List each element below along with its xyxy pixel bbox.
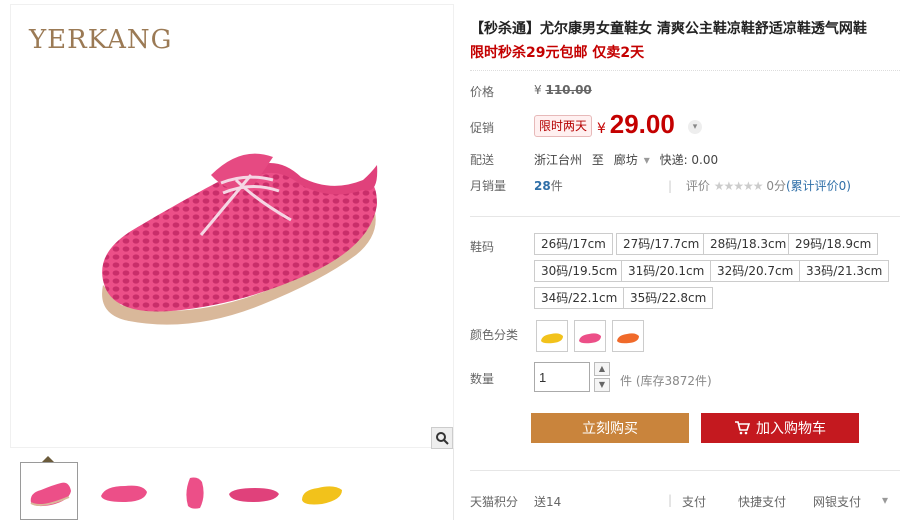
thumbnail-strip: [10, 456, 454, 522]
size-option[interactable]: 32码/20.7cm: [710, 260, 801, 282]
price-section: 价格 ¥ 110.00 促销 限时两天 ¥ 29.00 ▾ 配送 浙江台州 至 …: [470, 70, 900, 200]
zoom-icon[interactable]: [431, 427, 453, 449]
pink-mesh-shoe-image: [102, 153, 378, 325]
bank-pay[interactable]: 网银支付: [813, 493, 861, 510]
size-option[interactable]: 28码/18.3cm: [703, 233, 794, 255]
promo-price-label: 促销: [470, 121, 495, 135]
size-option[interactable]: 35码/22.8cm: [623, 287, 714, 309]
promo-price: ¥ 29.00: [597, 109, 675, 140]
quantity-label: 数量: [470, 372, 495, 386]
product-title: 【秒杀通】尤尔康男女童鞋女 清爽公主鞋凉鞋舒适凉鞋透气网鞋: [470, 21, 867, 37]
quantity-decrease-icon[interactable]: ▼: [594, 378, 610, 392]
size-option[interactable]: 26码/17cm: [534, 233, 613, 255]
color-swatch-orange[interactable]: [612, 320, 644, 352]
rating-stars-icon: ★★★★★: [713, 179, 764, 193]
color-swatch-pink[interactable]: [574, 320, 606, 352]
divider: |: [668, 179, 673, 193]
chevron-down-icon[interactable]: ▾: [644, 153, 650, 167]
product-gallery: YERKANG: [10, 4, 454, 520]
add-to-cart-label: 加入购物车: [756, 421, 826, 437]
color-label: 颜色分类: [470, 328, 519, 342]
rating-score: 0分: [766, 179, 786, 193]
buy-now-button[interactable]: 立刻购买: [531, 413, 689, 443]
size-option[interactable]: 27码/17.7cm: [616, 233, 707, 255]
pay-label: 支付: [682, 495, 707, 509]
promo-price-value: 29.00: [609, 109, 675, 139]
size-option[interactable]: 34码/22.1cm: [534, 287, 625, 309]
chevron-down-icon[interactable]: ▾: [688, 120, 702, 134]
shipping-origin: 浙江台州: [534, 153, 583, 167]
divider: |: [668, 493, 673, 507]
shipping-to: 至: [591, 153, 604, 167]
shipping-info: 浙江台州 至 廊坊 ▾ 快递: 0.00: [534, 151, 724, 168]
stock-info: 件 (库存3872件): [620, 374, 712, 388]
chevron-down-icon[interactable]: ▾: [882, 493, 888, 507]
rating-info: | 评价 ★★★★★ 0分(累计评价0): [668, 177, 851, 194]
quick-pay[interactable]: 快捷支付: [738, 493, 786, 510]
shipping-fee: 快递: 0.00: [659, 153, 719, 167]
promo-headline: 限时秒杀29元包邮 仅卖2天: [470, 45, 645, 61]
monthly-sales-unit: 件: [550, 179, 563, 193]
original-price-label: 价格: [470, 85, 495, 99]
thumbnail-2[interactable]: [95, 462, 153, 520]
monthly-sales-label: 月销量: [470, 179, 507, 193]
points-value: 送14: [534, 495, 562, 509]
quantity-increase-icon[interactable]: ▲: [594, 362, 610, 376]
bottom-info-bar: 天猫积分 送14 | 支付 快捷支付 网银支付 ▾: [470, 470, 900, 520]
rating-label: 评价: [685, 179, 710, 193]
color-swatch-yellow[interactable]: [536, 320, 568, 352]
promo-tag: 限时两天: [534, 115, 592, 137]
currency-symbol: ¥: [534, 83, 542, 97]
thumbnail-1[interactable]: [20, 462, 78, 520]
monthly-sales: 28件: [534, 177, 563, 194]
shipping-label: 配送: [470, 153, 495, 167]
cart-icon: [735, 421, 750, 435]
points-label: 天猫积分: [470, 495, 519, 509]
size-label: 鞋码: [470, 240, 495, 254]
size-option[interactable]: 31码/20.1cm: [621, 260, 712, 282]
thumbnail-4[interactable]: [225, 462, 283, 520]
shipping-destination-select[interactable]: 廊坊: [614, 153, 638, 167]
product-info-panel: 【秒杀通】尤尔康男女童鞋女 清爽公主鞋凉鞋舒适凉鞋透气网鞋 限时秒杀29元包邮 …: [470, 0, 900, 520]
thumbnail-3[interactable]: [168, 462, 226, 520]
currency-symbol: ¥: [597, 121, 606, 137]
monthly-sales-count: 28: [534, 179, 551, 193]
thumbnail-5[interactable]: [292, 462, 350, 520]
original-price-value: 110.00: [545, 83, 592, 97]
reviews-link[interactable]: (累计评价0): [786, 179, 851, 193]
options-section: [470, 216, 900, 217]
size-option[interactable]: 29码/18.9cm: [788, 233, 879, 255]
add-to-cart-button[interactable]: 加入购物车: [701, 413, 859, 443]
size-option[interactable]: 33码/21.3cm: [799, 260, 890, 282]
quantity-input[interactable]: [534, 362, 590, 392]
original-price: ¥ 110.00: [534, 83, 592, 97]
main-product-image[interactable]: YERKANG: [10, 4, 454, 449]
size-option[interactable]: 30码/19.5cm: [534, 260, 625, 282]
